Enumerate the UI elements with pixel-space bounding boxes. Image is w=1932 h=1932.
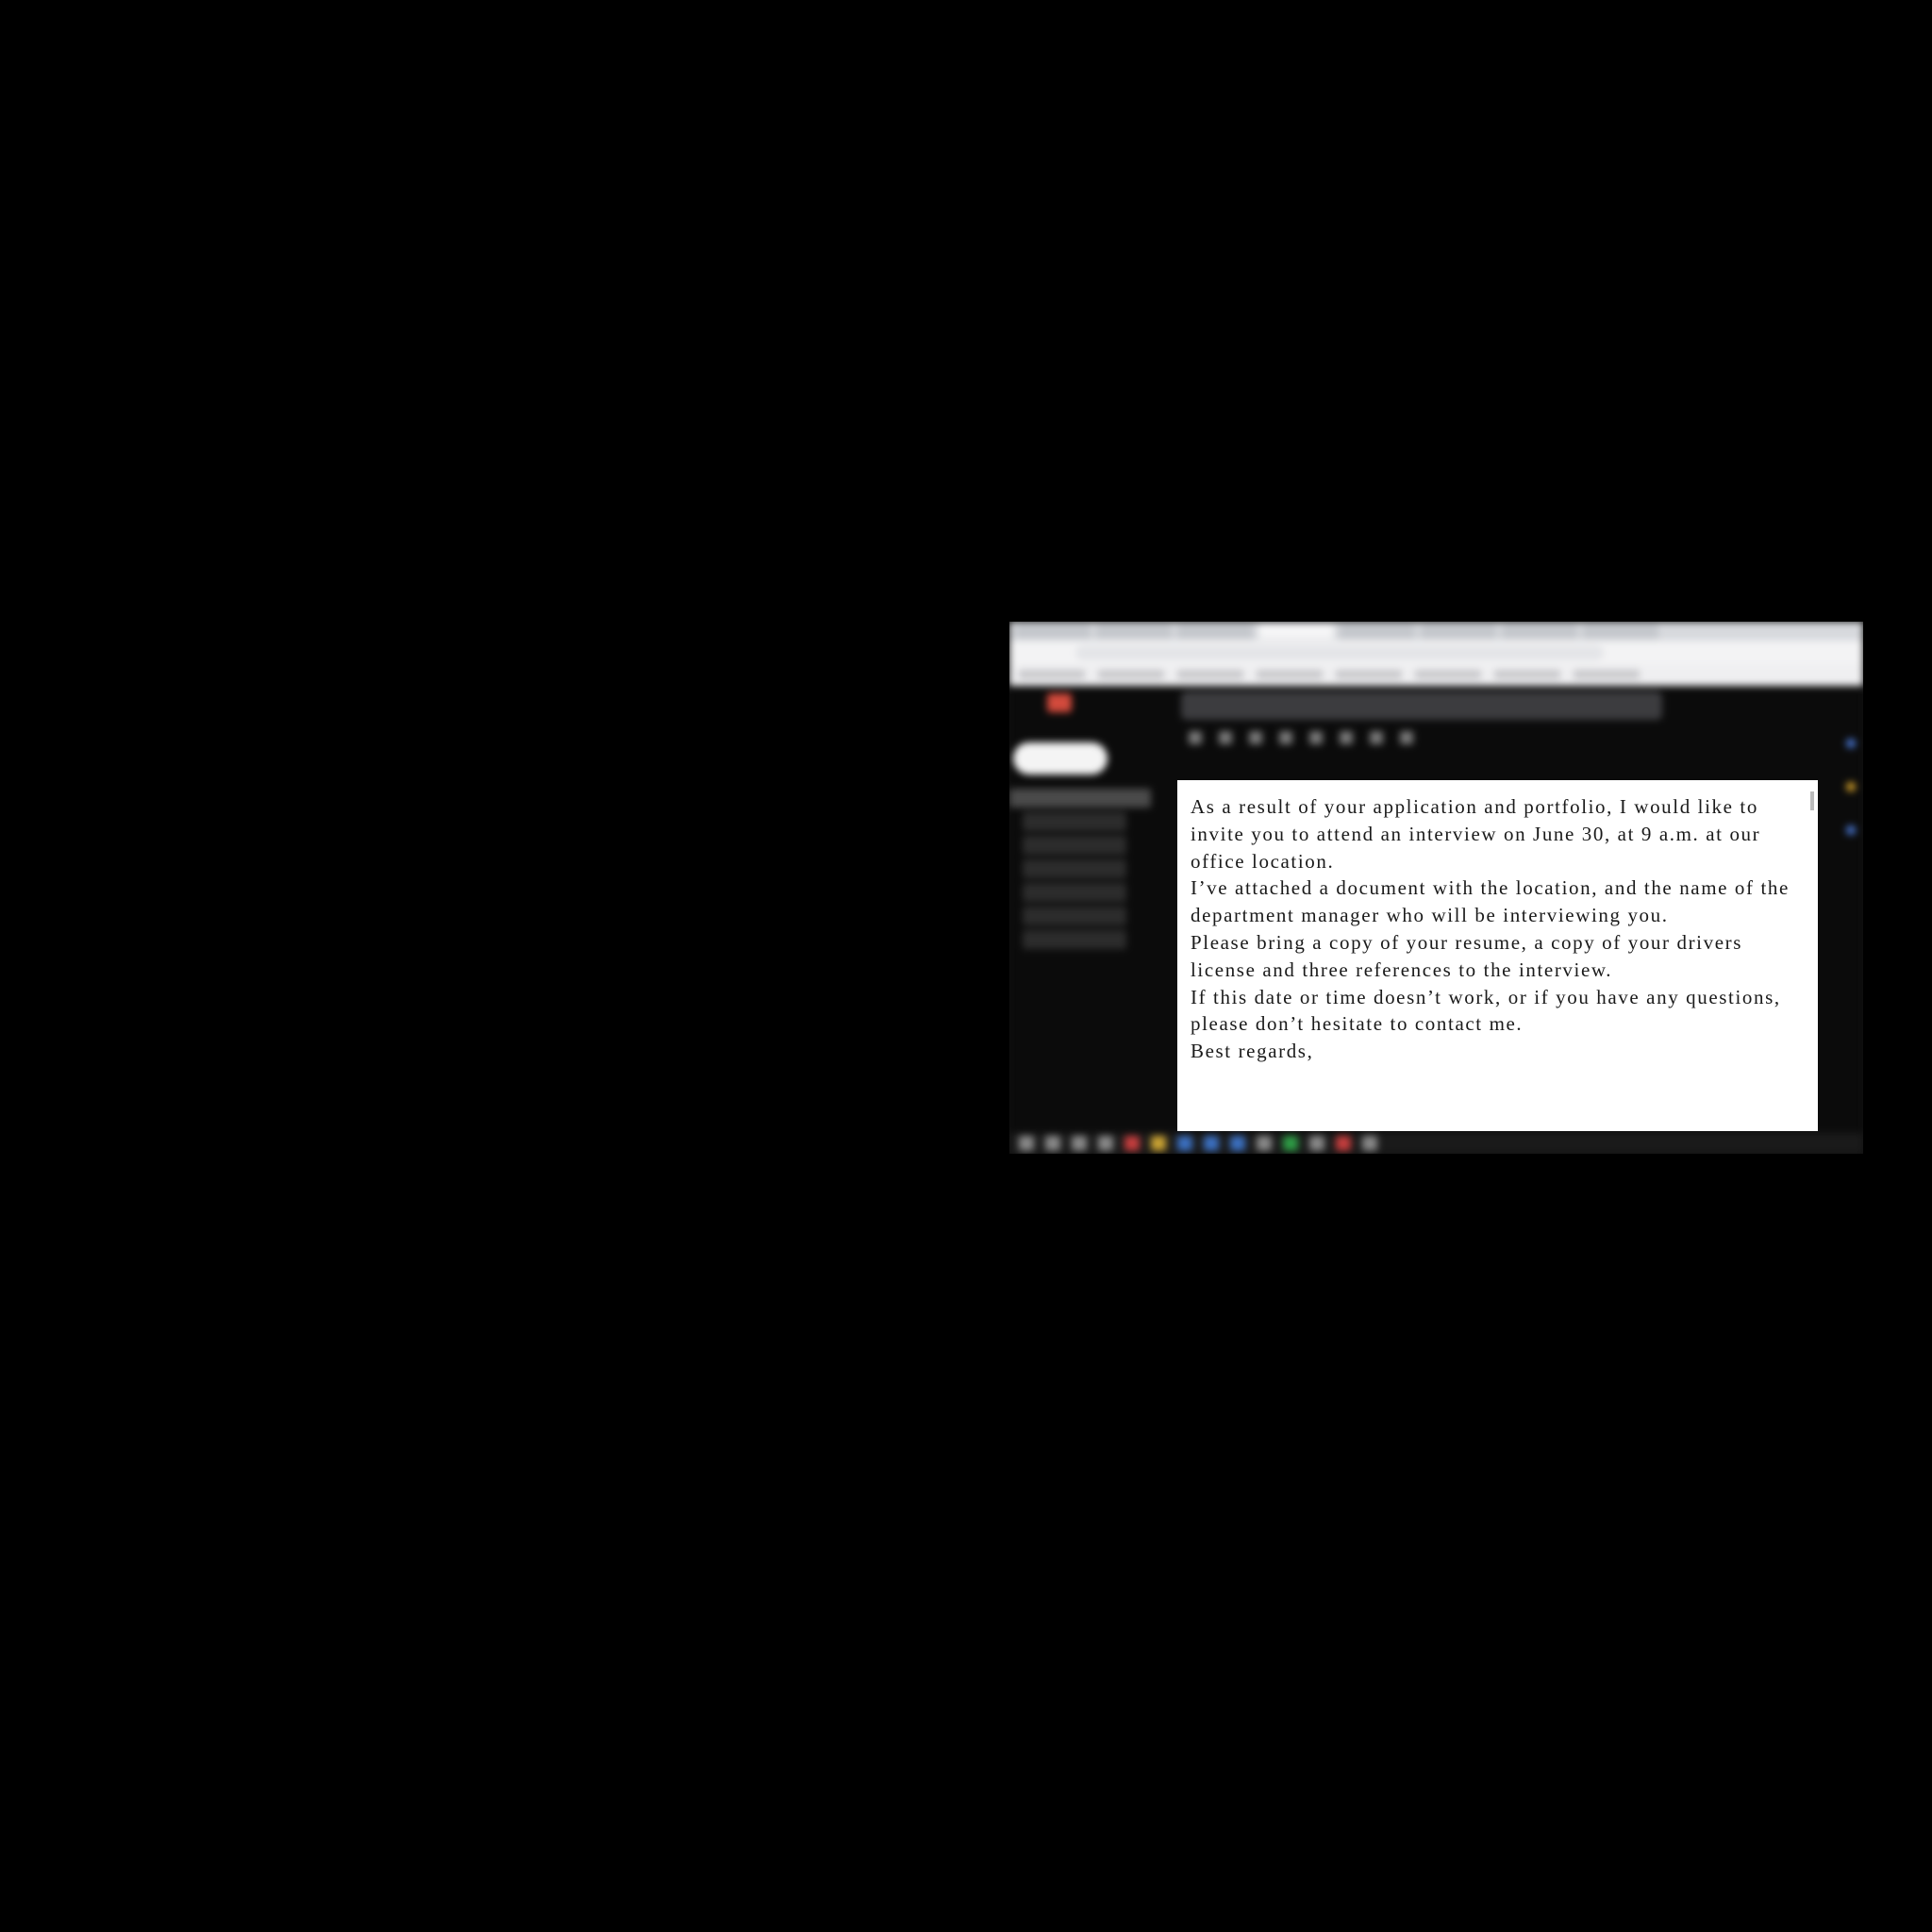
email-paragraph-contact: If this date or time doesn’t work, or if… <box>1191 985 1781 1036</box>
sidebar-item[interactable] <box>1023 859 1126 878</box>
sidebar-item-inbox[interactable] <box>1009 789 1151 808</box>
bookmark-item[interactable] <box>1177 670 1243 679</box>
mark-unread-icon[interactable] <box>1309 731 1323 744</box>
email-signoff: Best regards, <box>1191 1040 1314 1063</box>
taskbar-icon[interactable] <box>1230 1136 1245 1151</box>
email-body-panel: As a result of your application and port… <box>1177 780 1818 1131</box>
taskbar-icon[interactable] <box>1309 1136 1324 1151</box>
bookmark-item[interactable] <box>1494 670 1560 679</box>
bookmark-item[interactable] <box>1257 670 1323 679</box>
sidebar-nav <box>1009 784 1170 954</box>
taskbar-icon[interactable] <box>1257 1136 1272 1151</box>
browser-tab[interactable] <box>1177 624 1253 639</box>
right-side-panel <box>1839 739 1863 1050</box>
sidebar-item[interactable] <box>1023 907 1126 925</box>
sidebar-item[interactable] <box>1023 836 1126 855</box>
email-paragraph-invitation: As a result of your application and port… <box>1191 795 1761 873</box>
message-toolbar <box>1189 731 1413 744</box>
sidebar-item[interactable] <box>1023 930 1126 949</box>
sidebar-item[interactable] <box>1023 883 1126 902</box>
bookmark-item[interactable] <box>1574 670 1640 679</box>
browser-tab[interactable] <box>1015 624 1091 639</box>
gmail-screenshot: As a result of your application and port… <box>1009 622 1863 1154</box>
taskbar-icon[interactable] <box>1177 1136 1192 1151</box>
taskbar-icon[interactable] <box>1362 1136 1377 1151</box>
email-body: As a result of your application and port… <box>1191 793 1805 1065</box>
taskbar-icon[interactable] <box>1151 1136 1166 1151</box>
label-icon[interactable] <box>1400 731 1413 744</box>
bookmarks-bar <box>1009 665 1863 686</box>
sidebar-item[interactable] <box>1023 812 1126 831</box>
back-icon[interactable] <box>1189 731 1202 744</box>
browser-tab-bar <box>1009 622 1863 641</box>
taskbar-icon[interactable] <box>1336 1136 1351 1151</box>
browser-tab[interactable] <box>1421 624 1496 639</box>
taskbar-icon[interactable] <box>1045 1136 1060 1151</box>
snooze-icon[interactable] <box>1340 731 1353 744</box>
bookmark-item[interactable] <box>1415 670 1481 679</box>
browser-tab[interactable] <box>1340 624 1415 639</box>
start-icon[interactable] <box>1019 1136 1034 1151</box>
url-field[interactable] <box>1075 645 1604 660</box>
compose-button[interactable] <box>1013 742 1108 774</box>
browser-address-bar <box>1009 641 1863 665</box>
scrollbar[interactable] <box>1810 791 1814 810</box>
email-paragraph-attachment: I’ve attached a document with the locati… <box>1191 876 1790 927</box>
bookmark-item[interactable] <box>1019 670 1085 679</box>
bookmark-item[interactable] <box>1336 670 1402 679</box>
os-taskbar <box>1009 1133 1863 1154</box>
search-input[interactable] <box>1181 691 1662 720</box>
tasks-icon[interactable] <box>1846 825 1856 835</box>
delete-icon[interactable] <box>1279 731 1292 744</box>
taskbar-icon[interactable] <box>1072 1136 1087 1151</box>
taskbar-icon[interactable] <box>1098 1136 1113 1151</box>
browser-tab[interactable] <box>1502 624 1577 639</box>
archive-icon[interactable] <box>1219 731 1232 744</box>
taskbar-icon[interactable] <box>1283 1136 1298 1151</box>
bookmark-item[interactable] <box>1098 670 1164 679</box>
taskbar-icon[interactable] <box>1124 1136 1140 1151</box>
report-icon[interactable] <box>1249 731 1262 744</box>
gmail-logo-icon[interactable] <box>1047 693 1072 712</box>
email-paragraph-requirements: Please bring a copy of your resume, a co… <box>1191 930 1742 981</box>
browser-tab[interactable] <box>1096 624 1172 639</box>
calendar-icon[interactable] <box>1846 739 1856 748</box>
browser-tab-active[interactable] <box>1258 624 1334 639</box>
move-icon[interactable] <box>1370 731 1383 744</box>
keep-icon[interactable] <box>1846 782 1856 791</box>
taskbar-icon[interactable] <box>1204 1136 1219 1151</box>
browser-tab[interactable] <box>1583 624 1658 639</box>
